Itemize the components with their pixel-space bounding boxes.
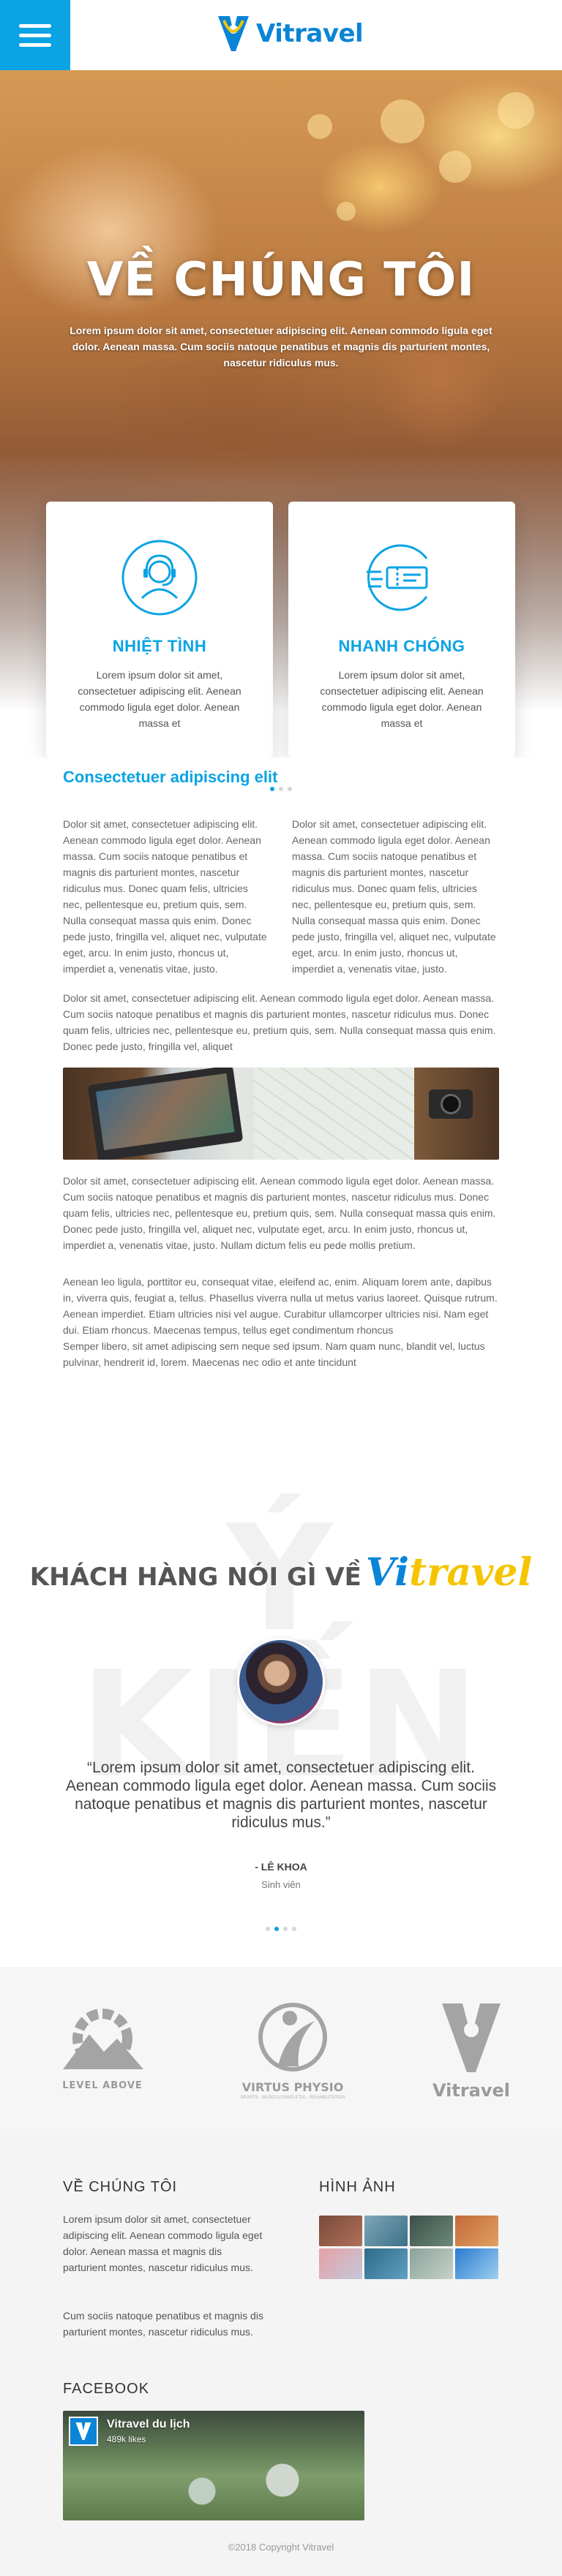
site-footer: VỀ CHÚNG TÔI Lorem ipsum dolor sit amet,… (0, 2135, 562, 2576)
gallery-thumbnail[interactable] (410, 2216, 453, 2246)
gear-mountain-logo-icon (63, 2009, 143, 2069)
gallery-thumbnail[interactable] (455, 2248, 498, 2279)
carousel-dot[interactable] (274, 1927, 279, 1931)
carousel-dot[interactable] (292, 1927, 296, 1931)
facebook-page-avatar (69, 2417, 98, 2446)
carousel-dot[interactable] (266, 1927, 270, 1931)
hero-bokeh (381, 99, 424, 143)
facebook-page-widget[interactable]: Vitravel du lịch 489k likes (63, 2411, 364, 2520)
hero-bokeh (498, 92, 534, 129)
testimonials-title-text: KHÁCH HÀNG NÓI GÌ VỀ (29, 1563, 361, 1592)
logo-text: Vitravel (256, 19, 364, 48)
footer-about-heading: VỀ CHÚNG TÔI (63, 2179, 178, 2195)
hamburger-menu-button[interactable] (0, 0, 70, 70)
hero-bokeh (337, 202, 356, 221)
menu-bar (19, 23, 51, 28)
testimonial-quote: “Lorem ipsum dolor sit amet, consectetue… (65, 1759, 497, 1831)
article-paragraph: Dolor sit amet, consectetuer adipiscing … (63, 992, 496, 1052)
testimonial-author: - LÊ KHOA (255, 1861, 307, 1873)
footer-gallery-heading: HÌNH ẢNH (319, 2179, 396, 2195)
article-paragraph: Semper libero, sit amet adipiscing sem n… (63, 1340, 485, 1368)
feature-title: NHANH CHÓNG (338, 637, 465, 655)
partner-name: Vitravel (432, 2080, 511, 2101)
partner-name: LEVEL ABOVE (62, 2080, 143, 2091)
site-logo[interactable]: Vitravel (215, 13, 364, 54)
article-column-left: Dolor sit amet, consectetuer adipiscing … (63, 818, 267, 975)
footer-about-text: Cum sociis natoque penatibus et magnis d… (63, 2310, 263, 2338)
feature-description: Lorem ipsum dolor sit amet, consectetuer… (78, 669, 241, 729)
gallery-thumbnail[interactable] (364, 2248, 408, 2279)
gallery-thumbnail[interactable] (319, 2216, 362, 2246)
feature-title: NHIỆT TÌNH (112, 637, 207, 655)
figure-logo-icon (258, 2003, 327, 2071)
partner-name: VIRTUS PHYSIO (241, 2080, 344, 2094)
partner-tagline: SPORTS · MUSCULOSKELETAL · REHABILITATIO… (240, 2096, 345, 2100)
fast-ticket-icon (367, 544, 428, 611)
vitravel-logo-icon (75, 2422, 91, 2440)
feature-card-enthusiastic: NHIỆT TÌNH Lorem ipsum dolor sit amet, c… (46, 502, 273, 758)
hero-bokeh (307, 114, 332, 139)
testimonial-carousel-dots (0, 1927, 562, 1931)
map-image (253, 1068, 414, 1160)
partner-logo-level-above[interactable]: LEVEL ABOVE (51, 1996, 154, 2106)
partner-logo-vitravel[interactable]: Vitravel (427, 1996, 515, 2106)
article-paragraph: Dolor sit amet, consectetuer adipiscing … (63, 1175, 496, 1251)
gallery-thumbnail[interactable] (410, 2248, 453, 2279)
facebook-page-likes: 489k likes (107, 2434, 146, 2444)
footer-about-text: Lorem ipsum dolor sit amet, consectetuer… (63, 2213, 263, 2273)
partner-logo-virtus-physio[interactable]: VIRTUS PHYSIO SPORTS · MUSCULOSKELETAL ·… (234, 1996, 351, 2106)
footer-facebook-heading: FACEBOOK (63, 2381, 150, 2397)
gallery-thumbnail[interactable] (319, 2248, 362, 2279)
article-columns: Dolor sit amet, consectetuer adipiscing … (63, 816, 499, 977)
headset-support-icon (121, 540, 198, 616)
menu-bar (19, 42, 51, 47)
hero-bokeh (439, 151, 471, 183)
footer-gallery (319, 2216, 499, 2279)
gallery-thumbnail[interactable] (455, 2216, 498, 2246)
brand-vi: Vi (365, 1550, 410, 1595)
menu-bar (19, 33, 51, 37)
article-paragraph: Aenean leo ligula, porttitor eu, consequ… (63, 1276, 498, 1336)
partners-section: LEVEL ABOVE VIRTUS PHYSIO SPORTS · MUSCU… (0, 1967, 562, 2135)
laptop-image (87, 1068, 244, 1160)
carousel-dot[interactable] (283, 1927, 288, 1931)
facebook-page-name[interactable]: Vitravel du lịch (107, 2418, 190, 2431)
hero-section: VỀ CHÚNG TÔI Lorem ipsum dolor sit amet,… (0, 70, 562, 758)
feature-card-fast: NHANH CHÓNG Lorem ipsum dolor sit amet, … (288, 502, 515, 758)
article-heading: Consectetuer adipiscing elit (63, 768, 278, 786)
vitravel-logo-icon (218, 16, 249, 51)
testimonials-brand: Vitravel (366, 1550, 532, 1595)
vitravel-grey-logo-icon (442, 2003, 501, 2072)
customer-avatar (237, 1638, 325, 1726)
hero-text: Lorem ipsum dolor sit amet, consectetuer… (70, 325, 492, 369)
article-section: Consectetuer adipiscing elit Dolor sit a… (63, 768, 499, 1370)
brand-rest: travel (409, 1550, 533, 1595)
article-column-right: Dolor sit amet, consectetuer adipiscing … (292, 818, 496, 975)
feature-description: Lorem ipsum dolor sit amet, consectetuer… (320, 669, 484, 729)
copyright-text: ©2018 Copyright Vitravel (228, 2542, 334, 2553)
testimonials-section: Ý KIẾN KHÁCH HÀNG NÓI GÌ VỀVitravel “Lor… (0, 1492, 562, 1945)
testimonials-title: KHÁCH HÀNG NÓI GÌ VỀ Vitravel (0, 1550, 562, 1595)
hero-title: VỀ CHÚNG TÔI (86, 253, 476, 307)
gallery-thumbnail[interactable] (364, 2216, 408, 2246)
camera-image (429, 1089, 473, 1119)
site-header: Vitravel (0, 0, 562, 70)
article-photo-travel-desk (63, 1068, 499, 1160)
testimonial-role: Sinh viên (261, 1879, 301, 1890)
